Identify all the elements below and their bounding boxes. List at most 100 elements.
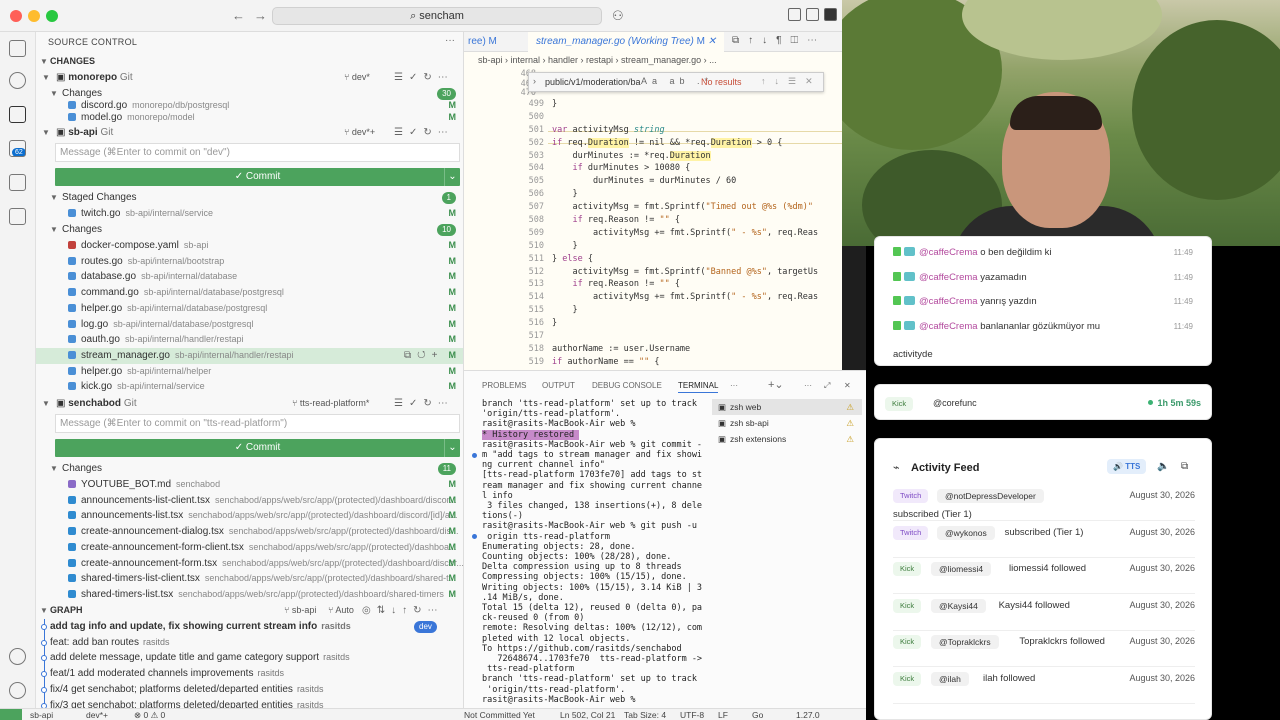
feed-username[interactable]: @wykonos <box>937 525 995 540</box>
commit-button-sb-api[interactable]: ✓ Commit ⌄ <box>55 168 460 186</box>
repo-row-sb-api[interactable]: ▼ ▣ sb-api Git ⑂ dev*+ ☰✓↻⋯ <box>36 125 463 141</box>
chat-username[interactable]: @caffeCrema <box>919 321 978 332</box>
source-control-icon[interactable] <box>9 106 26 123</box>
graph-commit-row[interactable]: add tag info and update, fix showing cur… <box>36 619 463 635</box>
file-row[interactable]: twitch.go sb-api/internal/service M <box>36 206 463 222</box>
tab-problems[interactable]: PROBLEMS <box>482 381 526 390</box>
terminal-instance[interactable]: ▣ zsh sb-api ⚠ <box>712 415 862 431</box>
commit-dropdown-icon[interactable]: ⌄ <box>444 439 460 457</box>
file-row[interactable]: create-announcement-form-client.tsx sench… <box>36 540 463 556</box>
terminal-instance[interactable]: ▣ zsh web ⚠ <box>712 399 862 415</box>
remote-indicator[interactable] <box>0 709 22 720</box>
repo-actions-icons[interactable]: ☰✓↻⋯ <box>394 125 454 141</box>
command-center-search[interactable]: ⌕ sencham <box>272 7 602 25</box>
status-tab-size[interactable]: Tab Size: 4 <box>624 710 666 720</box>
staged-changes-group[interactable]: ▼ Staged Changes 1 <box>36 190 463 206</box>
file-row[interactable]: create-announcement-dialog.tsx senchabod/… <box>36 524 463 540</box>
chat-username[interactable]: @caffeCrema <box>919 247 978 258</box>
file-row[interactable]: log.go sb-api/internal/database/postgresq… <box>36 317 463 333</box>
graph-section-header[interactable]: ▼ GRAPH ⑂ sb-api ⑂ Auto ◎⇅↓↑↻⋯ <box>36 603 463 619</box>
code-lines[interactable]: } var activityMsg string if req.Duration… <box>552 98 842 370</box>
close-window-button[interactable] <box>10 10 22 22</box>
status-blame[interactable]: Not Committed Yet <box>464 710 535 720</box>
more-actions-icon[interactable]: ··· <box>445 35 455 46</box>
feed-username[interactable]: @Topraklckrs <box>931 635 999 650</box>
more-icon[interactable]: ··· <box>804 381 812 390</box>
file-row[interactable]: model.go monorepo/model M <box>36 110 463 126</box>
feed-username[interactable]: @ilah <box>931 672 969 686</box>
volume-icon[interactable]: 🔈 <box>1157 461 1169 472</box>
breadcrumb[interactable]: sb-api › internal › handler › restapi › … <box>478 55 717 65</box>
forward-arrow-icon[interactable]: → <box>254 8 267 23</box>
repo-branch[interactable]: ⑂ dev* <box>344 70 370 86</box>
file-row[interactable]: shared-timers-list.tsx senchabod/apps/web… <box>36 587 463 603</box>
terminal-instance[interactable]: ▣ zsh extensions ⚠ <box>712 431 862 447</box>
editor-tab[interactable]: ree) M <box>468 32 497 52</box>
editor-actions-icons[interactable]: ⧉↑↓¶◫⋯ <box>732 35 826 46</box>
testing-icon[interactable] <box>9 208 26 225</box>
file-row[interactable]: kick.go sb-api/internal/service M <box>36 379 463 395</box>
file-row[interactable]: announcements-list.tsx senchabod/apps/web… <box>36 508 463 524</box>
graph-commit-row[interactable]: add delete message, update title and gam… <box>36 650 463 667</box>
toggle-secondary-sidebar-icon[interactable] <box>824 8 837 21</box>
account-icon[interactable] <box>9 648 26 665</box>
repo-row-senchabod[interactable]: ▼ ▣ senchabod Git ⑂ tts-read-platform* ☰… <box>36 396 463 412</box>
repo-branch[interactable]: ⑂ tts-read-platform* <box>292 396 369 412</box>
chat-username[interactable]: @caffeCrema <box>919 296 978 307</box>
back-arrow-icon[interactable]: ← <box>232 8 245 23</box>
tab-terminal[interactable]: TERMINAL <box>678 381 719 393</box>
feed-username[interactable]: @Kaysi44 <box>931 598 986 613</box>
open-external-icon[interactable]: ⧉ <box>1181 461 1188 472</box>
file-row[interactable]: shared-timers-list-client.tsx senchabod/a… <box>36 571 463 587</box>
find-widget[interactable]: › public/v1/moderation/ba Aa ab .* No re… <box>528 72 824 92</box>
graph-repo-picker[interactable]: ⑂ sb-api <box>284 603 316 619</box>
file-row[interactable]: oauth.go sb-api/internal/handler/restapi M <box>36 332 463 348</box>
editor-tab-active[interactable]: stream_manager.go (Working Tree) M ✕ <box>528 32 725 52</box>
chat-username[interactable]: @caffeCrema <box>919 272 978 283</box>
commit-message-input-sb-api[interactable]: Message (⌘Enter to commit on "dev") <box>55 143 460 162</box>
status-cursor[interactable]: Ln 502, Col 21 <box>560 710 615 720</box>
file-row[interactable]: command.go sb-api/internal/database/postg… <box>36 285 463 301</box>
toggle-replace-icon[interactable]: › <box>533 76 536 86</box>
find-nav-icons[interactable]: ↑↓☰✕ <box>761 76 822 87</box>
file-row[interactable]: routes.go sb-api/internal/bootstrap M <box>36 254 463 270</box>
feed-username[interactable]: @notDepressDeveloper <box>937 489 1044 503</box>
file-row[interactable]: YOUTUBE_BOT.md senchabod M <box>36 477 463 493</box>
status-problems[interactable]: ⊗ 0 ⚠ 0 <box>134 710 165 720</box>
file-row[interactable]: docker-compose.yaml sb-api M <box>36 238 463 254</box>
tab-output[interactable]: OUTPUT <box>542 381 575 390</box>
new-terminal-icon[interactable]: +⌄ <box>768 378 784 391</box>
changes-group[interactable]: ▼ Changes 11 <box>36 461 463 477</box>
file-row[interactable]: announcements-list-client.tsx senchabod/a… <box>36 493 463 509</box>
commit-button-senchabod[interactable]: ✓ Commit ⌄ <box>55 439 460 457</box>
feed-username[interactable]: @liomessi4 <box>931 562 992 577</box>
repo-row-monorepo[interactable]: ▼ ▣ monorepo Git ⑂ dev* ☰✓↻⋯ <box>36 70 463 86</box>
settings-gear-icon[interactable] <box>9 682 26 699</box>
maximize-window-button[interactable] <box>46 10 58 22</box>
search-icon[interactable] <box>9 72 26 89</box>
changes-group[interactable]: ▼ Changes 10 <box>36 222 463 238</box>
graph-commit-row[interactable]: fix/3 get senchabot; platforms deleted/d… <box>36 697 463 708</box>
copilot-icon[interactable]: ⚇ <box>612 8 624 24</box>
explorer-icon[interactable] <box>9 40 26 57</box>
status-encoding[interactable]: UTF-8 <box>680 710 704 720</box>
channel-name[interactable]: @corefunc <box>933 398 977 408</box>
status-eol[interactable]: LF <box>718 710 728 720</box>
tab-more[interactable]: ··· <box>730 381 738 390</box>
close-panel-icon[interactable]: ✕ <box>844 381 851 390</box>
graph-commit-row[interactable]: feat/1 add moderated channels improvemen… <box>36 666 463 683</box>
graph-actions-icons[interactable]: ◎⇅↓↑↻⋯ <box>362 603 443 619</box>
terminal-output[interactable]: branch 'tts-read-platform' set up to tra… <box>482 399 704 705</box>
repo-branch[interactable]: ⑂ dev*+ <box>344 125 375 141</box>
status-language[interactable]: Go <box>752 710 763 720</box>
repo-actions-icons[interactable]: ☰✓↻⋯ <box>394 396 454 412</box>
file-actions-icons[interactable]: ⧉↺+ <box>404 348 443 364</box>
graph-commit-row[interactable]: feat: add ban routes rasitds <box>36 634 463 651</box>
commit-message-input-senchabod[interactable]: Message (⌘Enter to commit on "tts-read-p… <box>55 414 460 433</box>
find-input[interactable]: public/v1/moderation/ba <box>545 77 641 87</box>
status-go-version[interactable]: 1.27.0 <box>796 710 820 720</box>
tab-debug-console[interactable]: DEBUG CONSOLE <box>592 381 662 390</box>
toggle-primary-sidebar-icon[interactable] <box>788 8 801 21</box>
file-row[interactable]: stream_manager.go sb-api/internal/handler… <box>36 347 463 364</box>
graph-commit-row[interactable]: fix/4 get senchabot; platforms deleted/d… <box>36 681 463 698</box>
